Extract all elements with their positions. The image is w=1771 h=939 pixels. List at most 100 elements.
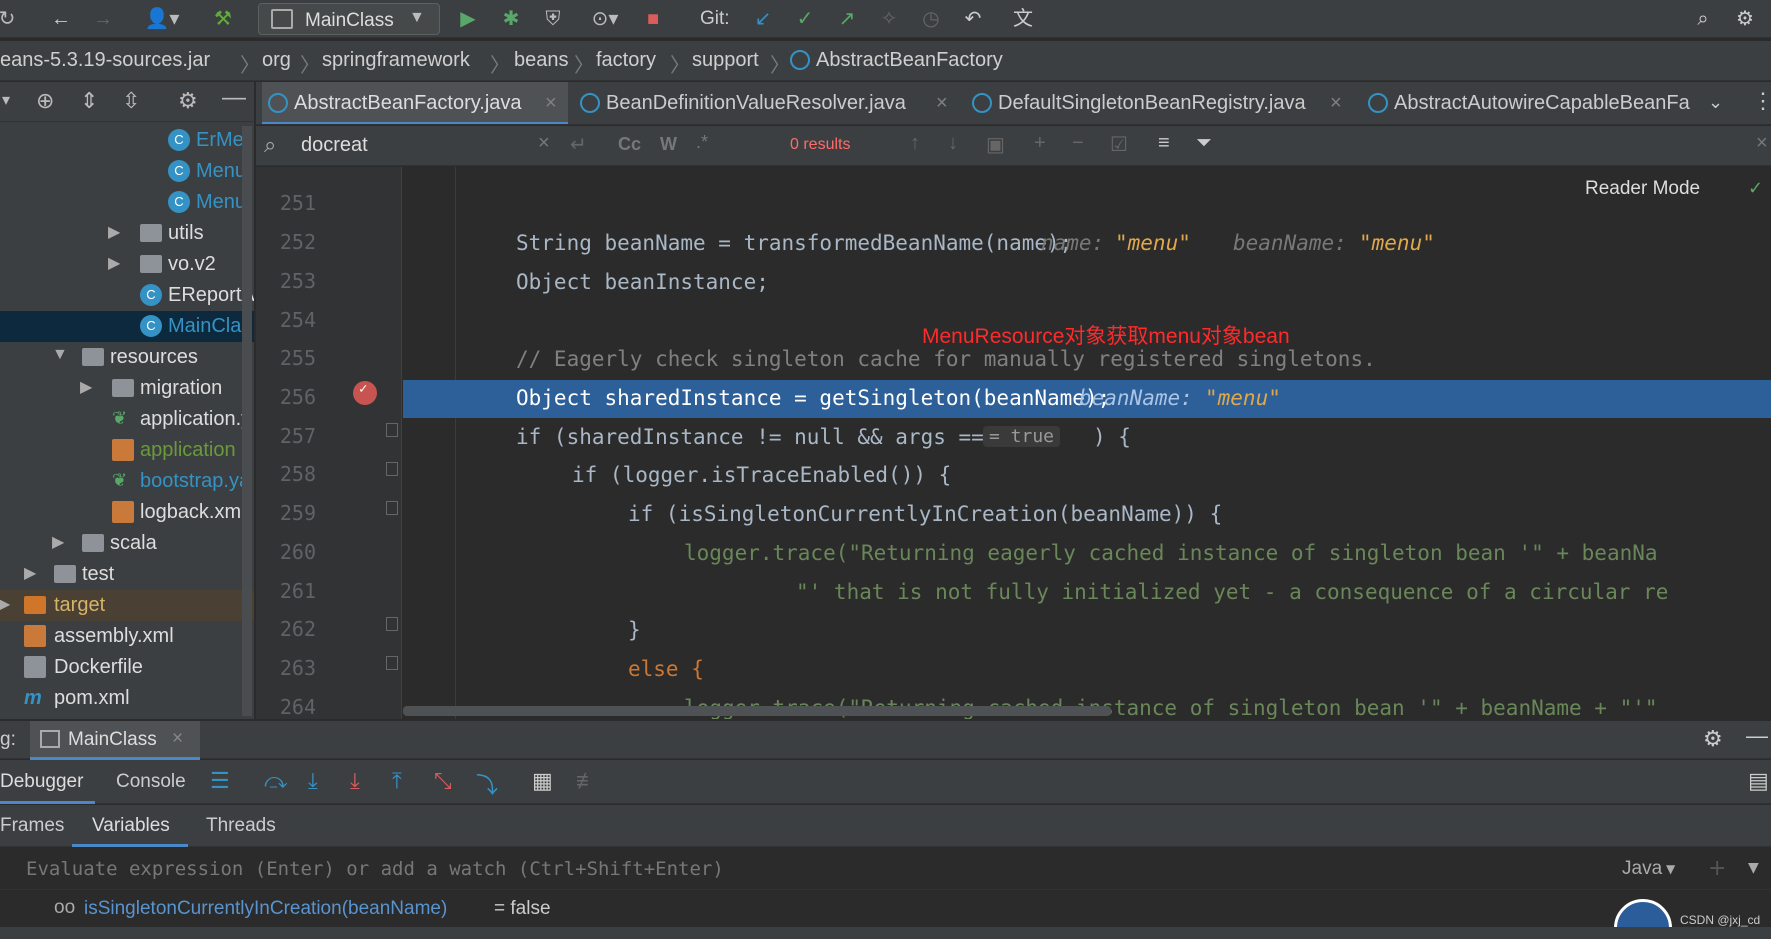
tree-item[interactable]: ▶ test xyxy=(0,559,254,590)
back-icon[interactable]: ← xyxy=(48,6,74,32)
close-icon[interactable]: × xyxy=(1330,92,1342,115)
search-icon[interactable]: ⌕ xyxy=(1690,6,1716,32)
breadcrumb-jar[interactable]: eans-5.3.19-sources.jar xyxy=(0,49,210,72)
tree-item[interactable]: ▶ scala xyxy=(0,528,254,559)
tree-item[interactable]: assembly.xml xyxy=(0,621,254,652)
translate-icon[interactable]: 文 xyxy=(1010,6,1036,32)
fold-marker-icon[interactable] xyxy=(386,501,398,515)
expand-all-icon[interactable]: ⇕ xyxy=(80,88,98,114)
options-gear-icon[interactable]: ⚙ xyxy=(178,88,198,114)
tree-item[interactable]: application xyxy=(0,435,254,466)
git-compare-icon[interactable]: ✧ xyxy=(876,6,902,32)
tree-item[interactable]: C ErMet xyxy=(0,125,254,156)
trace-stream-icon[interactable]: ≢ xyxy=(576,768,598,794)
dropdown-icon[interactable]: ▾ xyxy=(2,90,10,110)
chevron-down-icon[interactable]: ▼ xyxy=(52,346,68,364)
close-icon[interactable]: × xyxy=(936,92,948,115)
inspection-ok-icon[interactable]: ✓ xyxy=(1748,178,1763,199)
minimize-icon[interactable]: — xyxy=(222,84,246,112)
tree-item[interactable]: C EReportA xyxy=(0,280,254,311)
tree-item[interactable]: ▶ utils xyxy=(0,218,254,249)
tab-abstract-autowire-capable[interactable]: AbstractAutowireCapableBeanFa xyxy=(1362,82,1722,124)
run-to-cursor-icon[interactable]: ⤵ xyxy=(476,768,498,800)
tree-item[interactable]: ❦ bootstrap.ya xyxy=(0,466,254,497)
scrollbar[interactable] xyxy=(242,126,252,716)
settings-gear-icon[interactable]: ⚙ xyxy=(1732,6,1758,32)
chevron-right-icon[interactable]: ▶ xyxy=(52,532,64,552)
tab-abstract-bean-factory[interactable]: AbstractBeanFactory.java × xyxy=(262,82,568,124)
git-update-icon[interactable]: ↙ xyxy=(750,6,776,32)
tree-item-selected[interactable]: C MainClas xyxy=(0,311,254,342)
force-step-into-icon[interactable]: ⤓ xyxy=(350,768,360,794)
code-editor[interactable]: String beanName = transformedBeanName(na… xyxy=(403,167,1771,719)
select-all-occurrences-icon[interactable]: ▣ xyxy=(986,132,1005,157)
remove-selection-icon[interactable]: − xyxy=(1072,132,1084,155)
breadcrumb-beans[interactable]: beans xyxy=(514,49,569,72)
watch-row[interactable]: oo isSingletonCurrentlyInCreation(beanNa… xyxy=(0,891,1771,939)
regex-icon[interactable]: .* xyxy=(696,132,708,153)
minimize-icon[interactable]: — xyxy=(1746,723,1768,749)
reader-mode-button[interactable]: Reader Mode xyxy=(1585,178,1700,200)
tab-frames[interactable]: Frames xyxy=(0,805,64,847)
tab-debugger[interactable]: Debugger xyxy=(0,760,95,804)
profile-icon[interactable]: ⊙▾ xyxy=(582,6,628,32)
chevron-right-icon[interactable]: ▶ xyxy=(0,594,10,614)
close-icon[interactable]: × xyxy=(545,92,557,115)
debug-bug-icon[interactable]: ✱ xyxy=(498,6,524,32)
tab-threads[interactable]: Threads xyxy=(196,805,286,847)
tree-item[interactable]: logback.xml xyxy=(0,497,254,528)
settings-gear-icon[interactable]: ⚙ xyxy=(1703,726,1723,752)
git-rollback-icon[interactable]: ↶ xyxy=(960,6,986,32)
debug-session-tab[interactable]: MainClass × xyxy=(30,721,200,760)
tab-default-singleton-bean-registry[interactable]: DefaultSingletonBeanRegistry.java × xyxy=(966,82,1356,124)
chevron-right-icon[interactable]: ▶ xyxy=(24,563,36,583)
build-hammer-icon[interactable]: ⚒ xyxy=(210,6,236,32)
chevron-right-icon[interactable]: ▶ xyxy=(108,222,120,242)
breadcrumb-org[interactable]: org xyxy=(262,49,291,72)
evaluate-expression-input[interactable]: Evaluate expression (Enter) or add a wat… xyxy=(26,858,724,880)
collapse-all-icon[interactable]: ⇳ xyxy=(122,88,140,114)
evaluate-expression-icon[interactable]: ▦ xyxy=(532,768,553,794)
fold-marker-icon[interactable] xyxy=(386,462,398,476)
close-icon[interactable]: × xyxy=(172,728,183,750)
git-push-icon[interactable]: ↗ xyxy=(834,6,860,32)
user-switch-icon[interactable]: 👤▾ xyxy=(140,6,184,32)
locate-icon[interactable]: ⊕ xyxy=(36,88,54,114)
run-icon[interactable]: ▶ xyxy=(455,6,481,32)
coverage-icon[interactable]: ⛨ xyxy=(540,6,566,32)
horizontal-scrollbar[interactable] xyxy=(403,706,1111,716)
toggle-selection-icon[interactable]: ☑ xyxy=(1110,132,1128,157)
tree-item[interactable]: ▶ migration xyxy=(0,373,254,404)
step-over-icon[interactable]: ⤼ xyxy=(264,768,288,794)
breadcrumb-support[interactable]: support xyxy=(692,49,759,72)
filter-lines-icon[interactable]: ≡ xyxy=(1158,132,1170,155)
show-execution-point-icon[interactable]: ☰ xyxy=(210,768,230,794)
previous-occurrence-icon[interactable]: ↑ xyxy=(910,132,920,155)
tab-variables[interactable]: Variables xyxy=(72,805,188,847)
close-find-icon[interactable]: × xyxy=(1756,132,1768,155)
fold-marker-icon[interactable] xyxy=(386,617,398,631)
chevron-right-icon[interactable]: ▶ xyxy=(108,253,120,273)
next-occurrence-icon[interactable]: ↓ xyxy=(948,132,958,155)
history-icon[interactable]: ↵ xyxy=(570,132,587,157)
tree-item[interactable]: ▶ vo.v2 xyxy=(0,249,254,280)
breadcrumb-factory[interactable]: factory xyxy=(596,49,656,72)
step-out-icon[interactable]: ⤒ xyxy=(392,768,402,794)
add-watch-icon[interactable]: + xyxy=(1708,856,1726,881)
step-into-icon[interactable]: ⤓ xyxy=(308,768,318,794)
drop-frame-icon[interactable]: ⤡ xyxy=(434,768,452,794)
tab-console[interactable]: Console xyxy=(108,760,194,804)
tabs-overflow-chevron-icon[interactable]: ⌄ xyxy=(1708,92,1723,113)
layout-icon[interactable]: ▤ xyxy=(1748,768,1769,794)
fold-marker-icon[interactable] xyxy=(386,656,398,670)
tree-item[interactable]: C Menu xyxy=(0,156,254,187)
breadcrumb-class[interactable]: AbstractBeanFactory xyxy=(816,49,1003,72)
more-vertical-icon[interactable]: ⋮ xyxy=(1752,88,1771,114)
tree-item[interactable]: ❦ application.y xyxy=(0,404,254,435)
tree-item[interactable]: m pom.xml xyxy=(0,683,254,714)
search-input[interactable]: docreat xyxy=(301,134,368,157)
language-select[interactable]: Java xyxy=(1622,858,1662,880)
chevron-down-icon[interactable]: ▼ xyxy=(1748,860,1759,876)
tree-item[interactable]: Dockerfile xyxy=(0,652,254,683)
tree-item[interactable]: ▶ target xyxy=(0,590,254,621)
